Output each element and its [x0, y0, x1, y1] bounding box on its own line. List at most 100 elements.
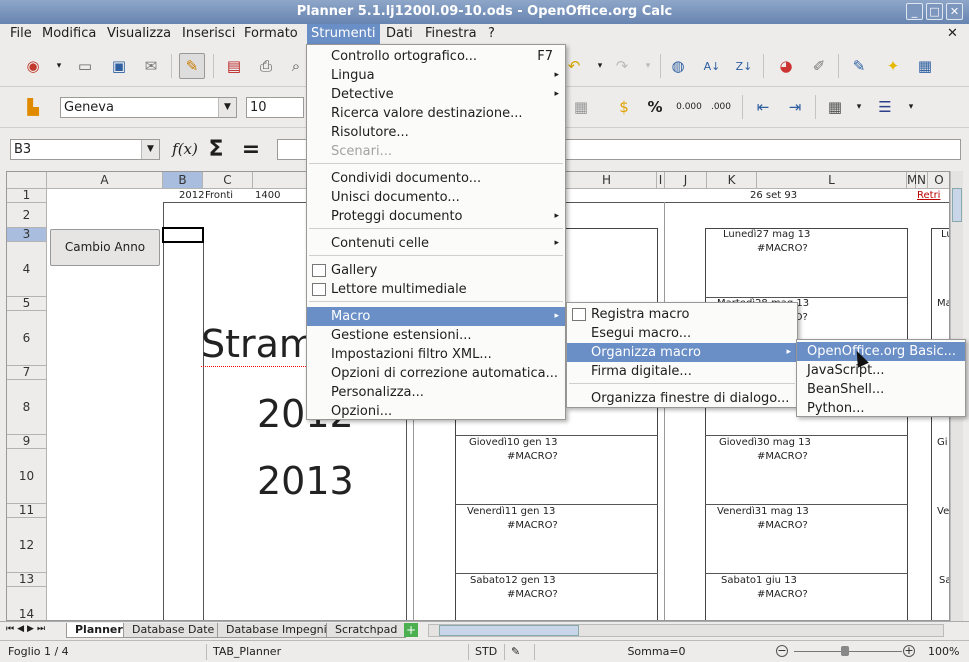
menu-item-macro[interactable]: Macro ▸	[307, 307, 565, 326]
menu-item-unisci-documento[interactable]: Unisci documento...	[307, 188, 565, 207]
cal-right-val-3[interactable]: #MACRO?	[757, 451, 808, 462]
sum-icon[interactable]: Σ	[203, 136, 229, 162]
column-header-h[interactable]: H	[557, 172, 657, 189]
sort-descending-icon[interactable]: Z↓	[731, 53, 757, 79]
menu-item-openoffice-basic[interactable]: OpenOffice.org Basic...	[797, 342, 965, 361]
line-style-icon[interactable]: ☰	[872, 94, 898, 120]
row-header-2[interactable]: 2	[7, 203, 47, 228]
menu-formato[interactable]: Formato	[240, 24, 302, 44]
cal-right-day-4[interactable]: Venerdì31 mag 13	[717, 506, 809, 517]
menu-finestra[interactable]: Finestra	[421, 24, 481, 44]
cal-right-day-5[interactable]: Sabato1 giu 13	[721, 575, 797, 586]
add-sheet-icon[interactable]: +	[404, 623, 418, 637]
close-document-icon[interactable]: ✕	[943, 24, 962, 44]
menu-strumenti[interactable]: Strumenti	[307, 24, 380, 44]
menu-item-lingua[interactable]: Lingua ▸	[307, 66, 565, 85]
row-header-6[interactable]: 6	[7, 311, 47, 366]
tab-nav-arrows-icon[interactable]: ⏮◀▶⏭	[6, 624, 48, 634]
decrease-indent-icon[interactable]: ⇤	[750, 94, 776, 120]
cal-right-val-5[interactable]: #MACRO?	[757, 589, 808, 600]
edge-day-3[interactable]: Gi	[937, 437, 948, 448]
tab-database-date[interactable]: Database Date	[123, 623, 224, 638]
row-header-14[interactable]: 14	[7, 587, 47, 620]
email-icon[interactable]: ✉	[138, 53, 164, 79]
new-document-icon[interactable]: ◉	[20, 53, 46, 79]
export-pdf-icon[interactable]: ▤	[221, 53, 247, 79]
line-style-dropdown-icon[interactable]: ▾	[898, 94, 924, 120]
menu-item-organizza-finestre[interactable]: Organizza finestre di dialogo...	[567, 389, 797, 408]
menu-help[interactable]: ?	[484, 24, 499, 44]
menu-item-organizza-macro[interactable]: Organizza macro ▸	[567, 343, 797, 362]
draw-functions-icon[interactable]: ✐	[806, 53, 832, 79]
menu-item-detective[interactable]: Detective ▸	[307, 85, 565, 104]
cell-l1[interactable]: 26 set 93	[750, 190, 797, 201]
cell-c1[interactable]: Fronti	[205, 190, 233, 201]
maximize-button[interactable]: □	[926, 3, 943, 20]
new-dropdown-icon[interactable]: ▾	[46, 53, 72, 79]
add-decimal-icon[interactable]: .000	[708, 94, 734, 120]
menu-item-proteggi-documento[interactable]: Proteggi documento ▸	[307, 207, 565, 226]
edit-file-icon[interactable]: ✎	[179, 53, 205, 79]
row-header-4[interactable]: 4	[7, 242, 47, 297]
menu-item-correzione-automatica[interactable]: Opzioni di correzione automatica...	[307, 364, 565, 383]
edge-day-5[interactable]: Sa	[939, 575, 949, 586]
row-header-7[interactable]: 7	[7, 366, 47, 380]
percent-icon[interactable]: %	[642, 94, 668, 120]
font-size-combo[interactable]: 10	[246, 97, 304, 118]
increase-indent-icon[interactable]: ⇥	[782, 94, 808, 120]
cal-right-day-3[interactable]: Giovedì30 mag 13	[719, 437, 811, 448]
zoom-level[interactable]: 100%	[922, 644, 959, 660]
chevron-down-icon[interactable]: ▼	[141, 140, 159, 159]
redo-icon[interactable]: ↷	[609, 53, 635, 79]
function-wizard-icon[interactable]: f(x)	[172, 136, 198, 162]
horizontal-scroll-thumb[interactable]	[439, 625, 579, 636]
menu-item-python[interactable]: Python...	[797, 399, 965, 418]
edge-day-4[interactable]: Ve	[937, 506, 949, 517]
gallery-icon[interactable]: ✦	[880, 53, 906, 79]
cell-o1[interactable]: Retri	[917, 190, 940, 201]
menu-item-risolutore[interactable]: Risolutore...	[307, 123, 565, 142]
horizontal-scrollbar[interactable]	[428, 624, 944, 637]
menu-item-filtro-xml[interactable]: Impostazioni filtro XML...	[307, 345, 565, 364]
tab-database-impegni[interactable]: Database Impegni	[217, 623, 336, 638]
selected-cell-b3[interactable]	[162, 227, 204, 243]
cal-left-val-1[interactable]: #MACRO?	[507, 451, 558, 462]
navigator-icon[interactable]: ✎	[846, 53, 872, 79]
column-header-k[interactable]: K	[707, 172, 757, 189]
print-icon[interactable]: ⎙	[253, 53, 279, 79]
merge-cells-icon[interactable]: ▦	[568, 94, 594, 120]
column-header-a[interactable]: A	[47, 172, 163, 189]
column-header-j[interactable]: J	[665, 172, 707, 189]
cal-left-day-2[interactable]: Venerdì11 gen 13	[467, 506, 555, 517]
close-window-button[interactable]: ✕	[946, 3, 963, 20]
menu-item-javascript[interactable]: JavaScript...	[797, 361, 965, 380]
menu-item-opzioni[interactable]: Opzioni...	[307, 402, 565, 421]
cambio-anno-button[interactable]: Cambio Anno	[50, 229, 160, 266]
save-icon[interactable]: ▣	[106, 53, 132, 79]
menu-file[interactable]: File	[6, 24, 36, 44]
column-header-i[interactable]: I	[657, 172, 665, 189]
chart-icon[interactable]: ◕	[773, 53, 799, 79]
menu-item-gestione-estensioni[interactable]: Gestione estensioni...	[307, 326, 565, 345]
zoom-out-icon[interactable]: −	[776, 645, 788, 657]
currency-icon[interactable]: $	[611, 94, 637, 120]
menu-item-ricerca-valore[interactable]: Ricerca valore destinazione...	[307, 104, 565, 123]
row-header-5[interactable]: 5	[7, 297, 47, 311]
zoom-in-icon[interactable]: +	[903, 645, 915, 657]
cell-d1[interactable]: 1400	[255, 190, 280, 201]
menu-item-gallery[interactable]: Gallery	[307, 261, 565, 280]
menu-item-registra-macro[interactable]: Registra macro	[567, 305, 797, 324]
menu-item-firma-digitale[interactable]: Firma digitale...	[567, 362, 797, 381]
cal-left-day-1[interactable]: Giovedì10 gen 13	[469, 437, 558, 448]
menu-item-contenuti-celle[interactable]: Contenuti celle ▸	[307, 234, 565, 253]
row-header-1[interactable]: 1	[7, 189, 47, 203]
menu-item-lettore-multimediale[interactable]: Lettore multimediale	[307, 280, 565, 299]
menu-dati[interactable]: Dati	[382, 24, 417, 44]
cal-right-val-4[interactable]: #MACRO?	[757, 520, 808, 531]
corner-select-all[interactable]	[7, 172, 47, 189]
chevron-down-icon[interactable]: ▼	[218, 98, 236, 117]
column-header-n[interactable]: N	[916, 172, 928, 189]
vertical-scroll-thumb[interactable]	[952, 188, 962, 222]
minimize-button[interactable]: _	[906, 3, 923, 20]
edge-day-1[interactable]: Lu	[941, 229, 949, 240]
